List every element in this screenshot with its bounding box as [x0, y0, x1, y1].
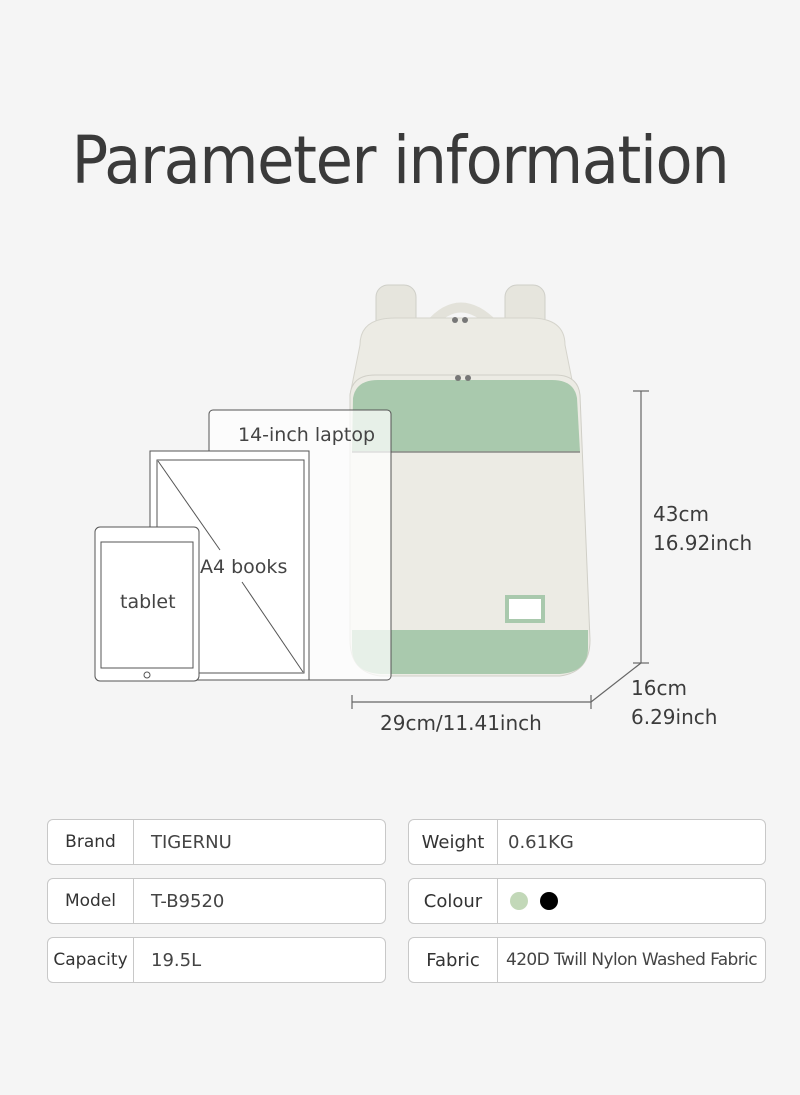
spec-key: Capacity [48, 938, 134, 982]
spec-row-brand: Brand TIGERNU [47, 819, 386, 865]
spec-key: Weight [409, 820, 498, 864]
spec-key: Colour [409, 879, 498, 923]
spec-row-capacity: Capacity 19.5L [47, 937, 386, 983]
spec-value: 19.5L [151, 949, 202, 971]
spec-value: TIGERNU [151, 831, 232, 853]
height-cm: 43cm [653, 502, 709, 526]
colour-swatches [498, 892, 558, 910]
spec-row-weight: Weight 0.61KG [408, 819, 766, 865]
depth-dimension: 16cm 6.29inch [631, 674, 717, 732]
tablet-label: tablet [120, 591, 176, 613]
illustration-canvas [94, 284, 649, 709]
height-inch: 16.92inch [653, 531, 753, 555]
spec-key: Fabric [409, 938, 498, 982]
depth-inch: 6.29inch [631, 705, 718, 729]
spec-row-model: Model T-B9520 [47, 878, 386, 924]
product-illustration: 14-inch laptop A4 books tablet 43cm 16.9… [0, 0, 800, 780]
spec-row-fabric: Fabric 420D Twill Nylon Washed Fabric [408, 937, 766, 983]
colour-swatch-green[interactable] [510, 892, 528, 910]
a4-books-label: A4 books [200, 556, 288, 578]
spec-value: 420D Twill Nylon Washed Fabric [506, 950, 758, 970]
spec-key: Brand [48, 820, 134, 864]
depth-cm: 16cm [631, 676, 687, 700]
colour-swatch-black[interactable] [540, 892, 558, 910]
spec-row-colour: Colour [408, 878, 766, 924]
laptop-label: 14-inch laptop [238, 424, 375, 446]
spec-value: 0.61KG [508, 831, 574, 853]
width-dimension: 29cm/11.41inch [380, 711, 542, 735]
spec-key: Model [48, 879, 134, 923]
spec-value: T-B9520 [151, 890, 225, 912]
height-dimension: 43cm 16.92inch [653, 500, 752, 558]
